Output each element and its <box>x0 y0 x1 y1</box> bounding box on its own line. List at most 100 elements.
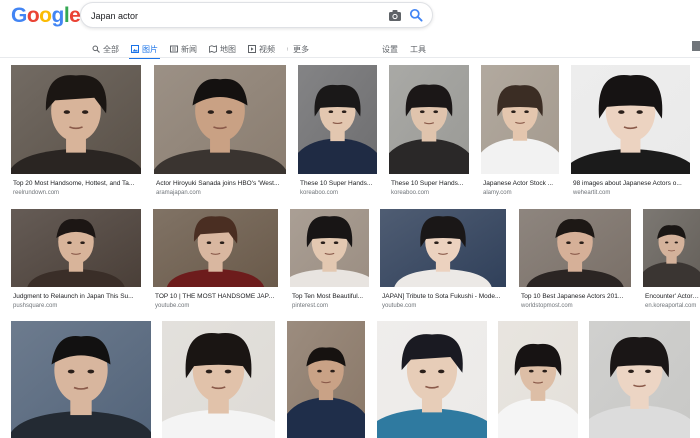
image-result[interactable]: These 10 Super Hands... koreaboo.com <box>389 65 469 204</box>
result-thumbnail[interactable] <box>643 209 700 287</box>
image-result[interactable] <box>162 321 275 438</box>
search-icon[interactable] <box>409 8 423 22</box>
image-result[interactable]: Top 20 Most Handsome, Hottest, and Ta...… <box>11 65 141 204</box>
image-result[interactable] <box>287 321 365 438</box>
result-thumbnail[interactable] <box>377 321 487 438</box>
image-result[interactable]: Top Ten Most Beautiful... pinterest.com <box>290 209 369 317</box>
tab-news[interactable]: 新闻 <box>170 40 197 58</box>
tab-images[interactable]: 图片 <box>129 40 160 59</box>
result-source[interactable]: weheartit.com <box>573 189 690 197</box>
thumbnail-graphic <box>389 65 469 174</box>
result-caption[interactable]: JAPAN] Tribute to Sota Fukushi - Mode... <box>382 293 506 301</box>
result-thumbnail[interactable] <box>11 209 141 287</box>
result-caption[interactable]: Encounter' Actor F... <box>645 293 700 301</box>
thumbnail-graphic <box>290 209 369 287</box>
thumbnail-graphic <box>154 65 286 174</box>
thumbnail-graphic <box>11 209 141 287</box>
result-caption[interactable]: 98 images about Japanese Actors o... <box>573 180 690 188</box>
result-source[interactable]: alamy.com <box>483 189 559 197</box>
result-source[interactable]: reelrundown.com <box>13 189 141 197</box>
result-source[interactable]: youtube.com <box>155 302 278 310</box>
camera-icon[interactable] <box>388 9 402 22</box>
image-result[interactable]: Judgment to Relaunch in Japan This Su...… <box>11 209 141 317</box>
image-result[interactable] <box>377 321 487 438</box>
result-thumbnail[interactable] <box>519 209 631 287</box>
image-result[interactable]: These 10 Super Hands... koreaboo.com <box>298 65 377 204</box>
result-caption[interactable]: Actor Hiroyuki Sanada joins HBO's 'West.… <box>156 180 286 188</box>
search-input[interactable] <box>91 7 371 24</box>
result-caption[interactable]: Judgment to Relaunch in Japan This Su... <box>13 293 141 301</box>
result-thumbnail[interactable] <box>11 65 141 174</box>
header: Google 全部 图片 新闻 地图 <box>0 0 700 59</box>
thumbnail-graphic <box>380 209 506 287</box>
search-icon <box>92 45 100 53</box>
result-thumbnail[interactable] <box>162 321 275 438</box>
thumbnail-graphic <box>498 321 578 438</box>
tab-tools[interactable]: 工具 <box>410 40 426 58</box>
image-result[interactable] <box>11 321 151 438</box>
tab-videos[interactable]: 视频 <box>248 40 275 58</box>
result-source[interactable]: pinterest.com <box>292 302 369 310</box>
thumbnail-graphic <box>11 321 151 438</box>
result-thumbnail[interactable] <box>298 65 377 174</box>
result-source[interactable]: worldstopmost.com <box>521 302 631 310</box>
image-result[interactable]: Encounter' Actor F... en.koreaportal.com <box>643 209 700 317</box>
thumbnail-graphic <box>153 209 278 287</box>
result-thumbnail[interactable] <box>380 209 506 287</box>
result-caption[interactable]: These 10 Super Hands... <box>391 180 469 188</box>
result-source[interactable]: pushsquare.com <box>13 302 141 310</box>
thumbnail-graphic <box>298 65 377 174</box>
image-icon <box>131 45 139 53</box>
image-result[interactable]: TOP 10 | THE MOST HANDSOME JAPA... youtub… <box>153 209 278 317</box>
thumbnail-graphic <box>643 209 700 287</box>
thumbnail-graphic <box>377 321 487 438</box>
image-result[interactable]: JAPAN] Tribute to Sota Fukushi - Mode...… <box>380 209 506 317</box>
result-source[interactable]: aramajapan.com <box>156 189 286 197</box>
thumbnail-graphic <box>162 321 275 438</box>
thumbnail-graphic <box>589 321 690 438</box>
result-thumbnail[interactable] <box>389 65 469 174</box>
google-logo[interactable]: Google <box>11 4 81 28</box>
image-results-grid: Top 20 Most Handsome, Hottest, and Ta...… <box>0 58 700 438</box>
result-thumbnail[interactable] <box>498 321 578 438</box>
result-caption[interactable]: Top Ten Most Beautiful... <box>292 293 369 301</box>
result-source[interactable]: koreaboo.com <box>300 189 377 197</box>
news-icon <box>170 45 178 53</box>
result-source[interactable]: en.koreaportal.com <box>645 302 700 310</box>
result-source[interactable]: youtube.com <box>382 302 506 310</box>
image-result[interactable]: Actor Hiroyuki Sanada joins HBO's 'West.… <box>154 65 286 204</box>
thumbnail-graphic <box>11 65 141 174</box>
tab-maps[interactable]: 地图 <box>209 40 236 58</box>
more-icon <box>287 47 288 51</box>
result-thumbnail[interactable] <box>287 321 365 438</box>
video-icon <box>248 45 256 53</box>
result-source[interactable]: koreaboo.com <box>391 189 469 197</box>
result-caption[interactable]: These 10 Super Hands... <box>300 180 377 188</box>
thumbnail-graphic <box>519 209 631 287</box>
result-thumbnail[interactable] <box>153 209 278 287</box>
result-thumbnail[interactable] <box>11 321 151 438</box>
result-caption[interactable]: Top 10 Best Japanese Actors 201... <box>521 293 631 301</box>
tab-settings[interactable]: 设置 <box>382 40 398 58</box>
search-box <box>80 2 433 28</box>
search-tabs: 全部 图片 新闻 地图 视频 更多 设置 工具 <box>0 36 700 59</box>
tab-more[interactable]: 更多 <box>287 40 309 58</box>
image-result[interactable] <box>498 321 578 438</box>
result-caption[interactable]: Top 20 Most Handsome, Hottest, and Ta... <box>13 180 141 188</box>
thumbnail-graphic <box>287 321 365 438</box>
result-caption[interactable]: TOP 10 | THE MOST HANDSOME JAPA... <box>155 293 278 301</box>
bookmark-icon[interactable] <box>692 41 700 51</box>
result-thumbnail[interactable] <box>589 321 690 438</box>
image-result[interactable]: Japanese Actor Stock ... alamy.com <box>481 65 559 204</box>
result-caption[interactable]: Japanese Actor Stock ... <box>483 180 559 188</box>
map-icon <box>209 45 217 53</box>
result-thumbnail[interactable] <box>290 209 369 287</box>
image-result[interactable]: Top 10 Best Japanese Actors 201... worlds… <box>519 209 631 317</box>
result-thumbnail[interactable] <box>481 65 559 174</box>
result-thumbnail[interactable] <box>154 65 286 174</box>
image-result[interactable]: 98 images about Japanese Actors o... wehe… <box>571 65 690 204</box>
result-thumbnail[interactable] <box>571 65 690 174</box>
thumbnail-graphic <box>481 65 559 174</box>
tab-all[interactable]: 全部 <box>92 40 119 58</box>
image-result[interactable] <box>589 321 690 438</box>
